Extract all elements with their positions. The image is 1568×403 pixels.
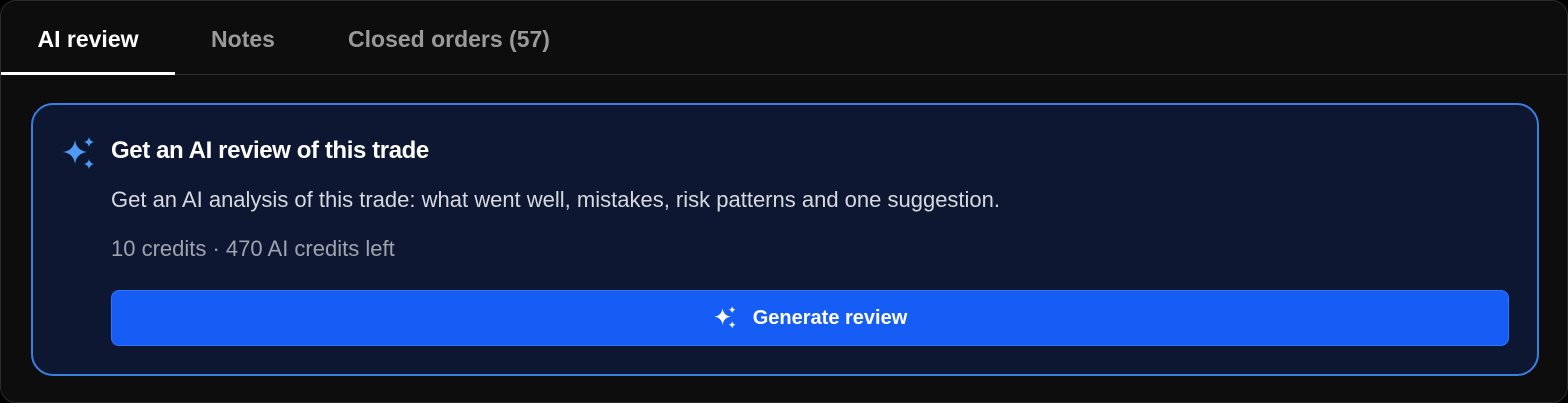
ai-review-panel: AI review Notes Closed orders (57) Get a… bbox=[0, 0, 1568, 403]
credits-info: 10 credits · 470 AI credits left bbox=[111, 236, 395, 261]
ai-review-card: Get an AI review of this trade Get an AI… bbox=[31, 103, 1539, 376]
tab-closed-orders[interactable]: Closed orders (57) bbox=[311, 1, 587, 74]
tab-notes[interactable]: Notes bbox=[175, 1, 311, 74]
tab-ai-review[interactable]: AI review bbox=[1, 1, 175, 75]
tab-label: AI review bbox=[37, 26, 139, 52]
sparkles-icon bbox=[63, 137, 94, 169]
sparkles-icon bbox=[714, 306, 736, 329]
generate-review-button[interactable]: Generate review bbox=[111, 290, 1509, 346]
tab-label: Closed orders (57) bbox=[348, 26, 550, 52]
tab-label: Notes bbox=[211, 26, 275, 52]
tab-bar: AI review Notes Closed orders (57) bbox=[1, 1, 1567, 75]
card-title: Get an AI review of this trade bbox=[111, 137, 429, 164]
card-description: Get an AI analysis of this trade: what w… bbox=[111, 187, 1001, 212]
active-tab-indicator bbox=[1, 72, 175, 75]
generate-review-label: Generate review bbox=[752, 306, 908, 329]
